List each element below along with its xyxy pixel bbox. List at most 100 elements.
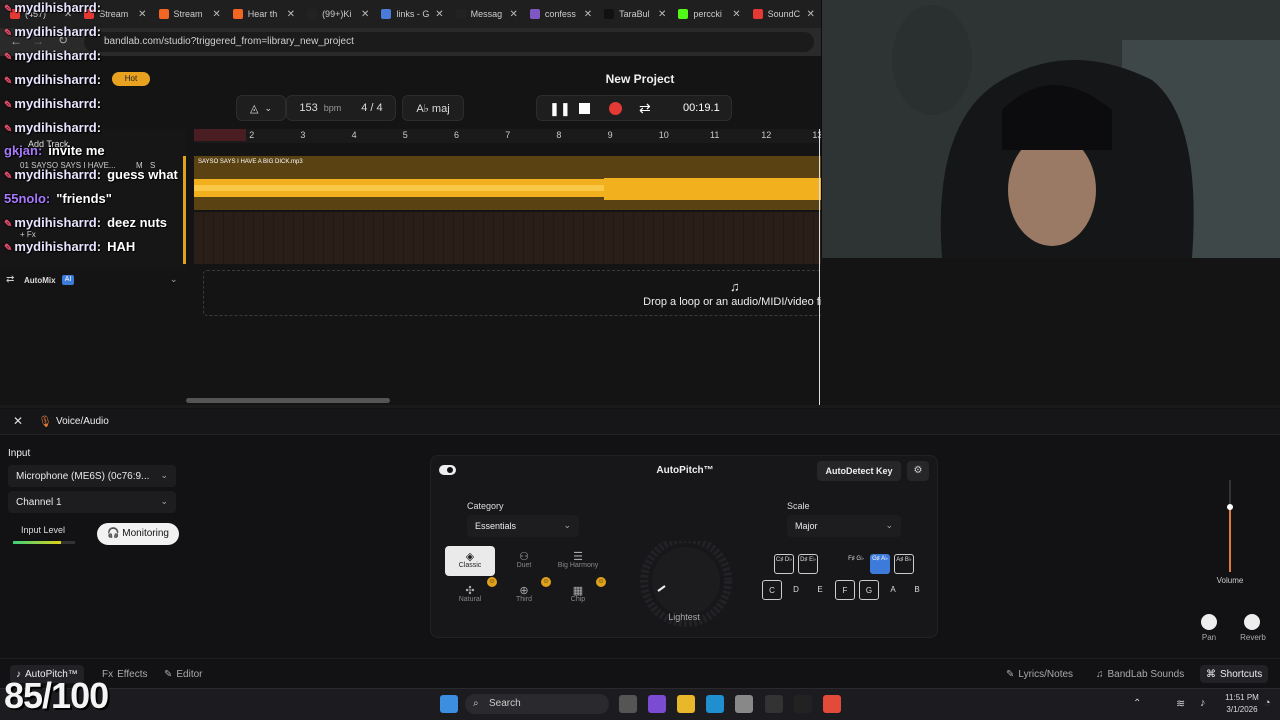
- chrome-icon[interactable]: [823, 695, 841, 713]
- key-f[interactable]: F: [835, 580, 855, 600]
- clock-date[interactable]: 3/1/2026: [1222, 705, 1262, 714]
- key-a-sharp[interactable]: A♯ B♭: [894, 554, 914, 574]
- chat-username: mydihisharrd:: [14, 239, 102, 254]
- browser-tab[interactable]: (99+)Ki ✕: [301, 3, 375, 25]
- tempo-display[interactable]: 153 bpm 4 / 4: [286, 95, 396, 121]
- chat-username: mydihisharrd:: [14, 48, 102, 63]
- bandlab-sounds-button[interactable]: ♫ BandLab Sounds: [1090, 665, 1190, 683]
- close-icon[interactable]: ✕: [13, 414, 23, 428]
- fx-button[interactable]: + Fx: [20, 230, 36, 239]
- timeline-ruler[interactable]: 12345678910111213: [194, 129, 821, 143]
- preset-big-harmony[interactable]: ☰ Big Harmony: [553, 546, 603, 576]
- browser-tab[interactable]: Hear th ✕: [227, 3, 301, 25]
- task-view-icon[interactable]: [619, 695, 637, 713]
- key-e[interactable]: E: [810, 580, 830, 600]
- key-f-sharp[interactable]: F♯ G♭: [846, 554, 866, 574]
- tab-favicon-icon: [232, 9, 243, 19]
- key-c[interactable]: C: [762, 580, 782, 600]
- browser-tab[interactable]: Messag ✕: [450, 3, 524, 25]
- record-icon[interactable]: [609, 102, 622, 115]
- stop-icon[interactable]: [579, 103, 590, 114]
- autodetect-key-button[interactable]: AutoDetect Key: [817, 461, 901, 481]
- reverb-knob[interactable]: [1244, 614, 1260, 630]
- close-tab-icon[interactable]: ✕: [361, 9, 369, 20]
- key-g-sharp[interactable]: G♯ A♭: [870, 554, 890, 574]
- app-icon[interactable]: [794, 695, 812, 713]
- key-g[interactable]: G: [859, 580, 879, 600]
- wifi-icon[interactable]: ≋: [1176, 697, 1185, 710]
- browser-tab[interactable]: perccki ✕: [672, 3, 746, 25]
- tab-label: SoundC: [767, 9, 801, 19]
- file-explorer-icon[interactable]: [677, 695, 695, 713]
- drop-zone[interactable]: ♫ Drop a loop or an audio/MIDI/video fil…: [203, 270, 821, 316]
- key-c-sharp[interactable]: C♯ D♭: [774, 554, 794, 574]
- monitoring-button[interactable]: 🎧 Monitoring: [97, 523, 179, 545]
- pencil-icon: ✎: [164, 668, 173, 680]
- automix-label[interactable]: AutoMix: [24, 276, 56, 285]
- preset-duet[interactable]: ⚇ Duet: [499, 546, 549, 576]
- tab-label: TaraBul: [619, 9, 650, 19]
- url-field[interactable]: bandlab.com/studio?triggered_from=librar…: [84, 32, 814, 52]
- close-tab-icon[interactable]: ✕: [584, 9, 592, 20]
- arrange-extension: [821, 258, 1280, 405]
- time-signature[interactable]: 4 / 4: [361, 102, 382, 114]
- chevron-down-icon[interactable]: ⌄: [170, 274, 178, 285]
- pause-icon[interactable]: ❚❚: [549, 101, 571, 117]
- close-tab-icon[interactable]: ✕: [732, 9, 740, 20]
- edge-icon[interactable]: [706, 695, 724, 713]
- tab-favicon-icon: [604, 9, 615, 19]
- playhead[interactable]: [819, 129, 820, 405]
- preset-chip[interactable]: ▦ Chip: [553, 580, 603, 610]
- category-select[interactable]: Essentials ⌄: [467, 515, 579, 537]
- editor-tab[interactable]: ✎ Editor: [158, 665, 209, 683]
- taskbar-search[interactable]: ⌕ Search: [465, 694, 609, 714]
- browser-tab[interactable]: TaraBul ✕: [598, 3, 672, 25]
- category-value: Essentials: [475, 521, 517, 531]
- classic-icon: ◈: [465, 551, 475, 563]
- metronome-button[interactable]: ◬ ⌄: [236, 95, 286, 121]
- key-b[interactable]: B: [907, 580, 927, 600]
- scale-select[interactable]: Major ⌄: [787, 515, 901, 537]
- browser-tab[interactable]: links - G ✕: [375, 3, 449, 25]
- volume-handle[interactable]: [1227, 504, 1233, 510]
- key-a[interactable]: A: [883, 580, 903, 600]
- close-tab-icon[interactable]: ✕: [807, 9, 815, 20]
- speaker-icon[interactable]: ♪: [1200, 697, 1206, 709]
- key-d[interactable]: D: [786, 580, 806, 600]
- audio-clip[interactable]: SAYSO SAYS I HAVE A BIG DICK.mp3: [194, 156, 821, 210]
- settings-icon[interactable]: ⚙: [907, 461, 929, 481]
- loop-icon[interactable]: ⇄: [639, 100, 651, 117]
- chat-username: mydihisharrd:: [14, 24, 102, 39]
- lyrics-notes-button[interactable]: ✎ Lyrics/Notes: [1000, 665, 1079, 683]
- pan-knob[interactable]: [1201, 614, 1217, 630]
- empty-track-lane[interactable]: [194, 212, 821, 264]
- obs-icon[interactable]: [765, 695, 783, 713]
- copilot-icon[interactable]: [648, 695, 666, 713]
- close-tab-icon[interactable]: ✕: [509, 9, 517, 20]
- browser-tab[interactable]: SoundC ✕: [747, 3, 821, 25]
- notification-icon[interactable]: ◔: [1264, 697, 1271, 709]
- browser-tab[interactable]: Stream ✕: [153, 3, 227, 25]
- shortcuts-button[interactable]: ⌘ Shortcuts: [1200, 665, 1269, 683]
- close-tab-icon[interactable]: ✕: [138, 9, 146, 20]
- close-tab-icon[interactable]: ✕: [435, 9, 443, 20]
- key-d-sharp[interactable]: D♯ E♭: [798, 554, 818, 574]
- preset-classic[interactable]: ◈ Classic: [445, 546, 495, 576]
- close-tab-icon[interactable]: ✕: [212, 9, 220, 20]
- ruler-bar-number: 12: [761, 130, 772, 140]
- loop-region[interactable]: [194, 129, 246, 141]
- close-tab-icon[interactable]: ✕: [287, 9, 295, 20]
- chevron-up-icon[interactable]: ⌃: [1133, 698, 1141, 709]
- project-title[interactable]: New Project: [540, 72, 740, 86]
- horizontal-scrollbar[interactable]: [186, 398, 390, 403]
- bpm-value[interactable]: 153: [299, 102, 317, 114]
- close-tab-icon[interactable]: ✕: [658, 9, 666, 20]
- microphone-select[interactable]: Microphone (ME6S) (0c76:9... ⌄: [8, 465, 176, 487]
- store-icon[interactable]: [735, 695, 753, 713]
- clock-time[interactable]: 11:51 PM: [1222, 693, 1262, 702]
- windows-start-icon[interactable]: [440, 695, 458, 713]
- volume-track[interactable]: [1229, 480, 1231, 572]
- browser-tab[interactable]: confess ✕: [524, 3, 598, 25]
- channel-select[interactable]: Channel 1 ⌄: [8, 491, 176, 513]
- key-button[interactable]: A♭ maj: [402, 95, 464, 121]
